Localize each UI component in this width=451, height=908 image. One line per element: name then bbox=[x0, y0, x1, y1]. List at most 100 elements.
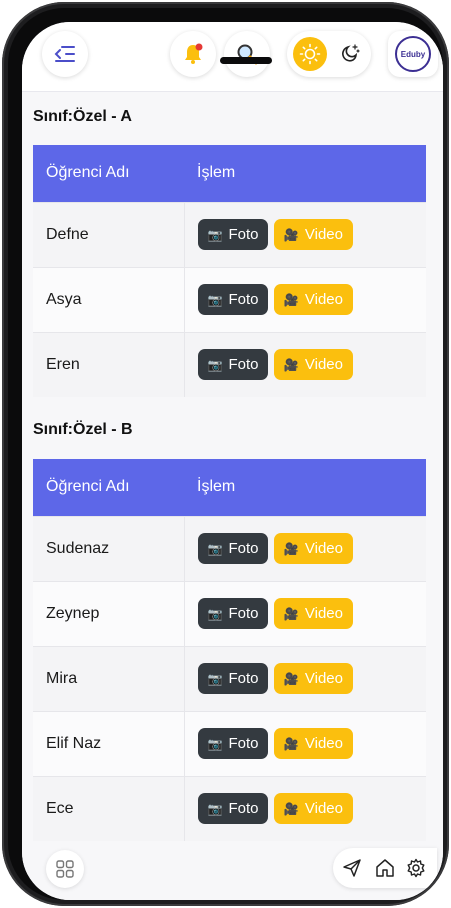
nav-actions bbox=[333, 848, 437, 888]
photo-button-label: Foto bbox=[228, 291, 259, 308]
phone-frame: Eduby Sınıf:Özel - A Öğrenci Adı İşlem D… bbox=[2, 2, 449, 906]
student-table: Öğrenci Adı İşlem Defne 📷 Foto 🎥 Video Asya 📷… bbox=[33, 145, 426, 397]
camera-icon: 📷 bbox=[207, 541, 223, 556]
photo-button[interactable]: 📷 Foto bbox=[197, 728, 269, 759]
settings-button[interactable] bbox=[405, 857, 427, 879]
camera-notch bbox=[220, 57, 272, 64]
menu-collapse-icon bbox=[54, 46, 75, 62]
table-row: Zeynep 📷 Foto 🎥 Video bbox=[33, 580, 426, 646]
video-button[interactable]: 🎥 Video bbox=[273, 284, 353, 315]
photo-button-label: Foto bbox=[228, 540, 259, 557]
photo-button[interactable]: 📷 Foto bbox=[197, 533, 269, 564]
photo-button[interactable]: 📷 Foto bbox=[197, 284, 269, 315]
video-button-label: Video bbox=[304, 670, 343, 687]
bell-icon bbox=[185, 43, 203, 64]
action-cell: 📷 Foto 🎥 Video bbox=[184, 775, 426, 841]
video-camera-icon: 🎥 bbox=[283, 292, 299, 307]
video-button-label: Video bbox=[304, 800, 343, 818]
column-header-action: İşlem bbox=[184, 459, 426, 516]
table-row: Ece 📷 Foto 🎥 Video bbox=[33, 775, 426, 841]
camera-icon: 📷 bbox=[207, 357, 223, 372]
photo-button[interactable]: 📷 Foto bbox=[197, 598, 269, 629]
camera-icon: 📷 bbox=[207, 227, 223, 242]
student-name: Zeynep bbox=[33, 580, 185, 646]
action-cell: 📷 Foto 🎥 Video bbox=[184, 645, 426, 711]
video-button[interactable]: 🎥 Video bbox=[273, 598, 353, 629]
column-header-student-name: Öğrenci Adı bbox=[33, 145, 184, 202]
moon-icon bbox=[342, 44, 360, 62]
section-title: Sınıf:Özel - A bbox=[33, 108, 132, 125]
student-name: Ece bbox=[33, 775, 185, 841]
action-cell: 📷 Foto 🎥 Video bbox=[184, 201, 426, 267]
video-button-label: Video bbox=[304, 226, 343, 243]
photo-button-label: Foto bbox=[228, 226, 259, 243]
table-row: Eren 📷 Foto 🎥 Video bbox=[33, 331, 426, 397]
apps-menu-button[interactable] bbox=[46, 850, 84, 888]
apps-grid-icon bbox=[56, 860, 74, 878]
column-header-action: İşlem bbox=[184, 145, 426, 202]
video-button-label: Video bbox=[304, 540, 343, 557]
photo-button-label: Foto bbox=[228, 356, 259, 374]
send-button[interactable] bbox=[341, 857, 363, 879]
video-button[interactable]: 🎥 Video bbox=[273, 533, 353, 564]
video-button-label: Video bbox=[304, 735, 343, 752]
student-name: Asya bbox=[33, 266, 185, 332]
notifications-button[interactable] bbox=[170, 31, 216, 77]
video-button[interactable]: 🎥 Video bbox=[273, 728, 353, 759]
action-cell: 📷 Foto 🎥 Video bbox=[184, 266, 426, 332]
student-name: Eren bbox=[33, 331, 185, 397]
student-name: Defne bbox=[33, 201, 185, 267]
section-title: Sınıf:Özel - B bbox=[33, 421, 133, 438]
camera-icon: 📷 bbox=[207, 736, 223, 751]
search-button[interactable] bbox=[224, 31, 270, 77]
student-table: Öğrenci Adı İşlem Sudenaz 📷 Foto 🎥 Video Zey… bbox=[33, 459, 426, 841]
action-cell: 📷 Foto 🎥 Video bbox=[184, 710, 426, 776]
gear-icon bbox=[407, 858, 425, 878]
bottom-navigation bbox=[22, 846, 443, 900]
video-camera-icon: 🎥 bbox=[283, 606, 299, 621]
video-camera-icon: 🎥 bbox=[283, 357, 299, 372]
profile-logo-button[interactable]: Eduby bbox=[388, 31, 438, 77]
video-button[interactable]: 🎥 Video bbox=[273, 663, 353, 694]
video-camera-icon: 🎥 bbox=[283, 671, 299, 686]
theme-toggle bbox=[287, 31, 371, 77]
dark-mode-button[interactable] bbox=[333, 37, 367, 71]
video-camera-icon: 🎥 bbox=[283, 801, 299, 816]
video-button-label: Video bbox=[304, 291, 343, 308]
action-cell: 📷 Foto 🎥 Video bbox=[184, 515, 426, 581]
photo-button-label: Foto bbox=[228, 605, 259, 622]
video-camera-icon: 🎥 bbox=[283, 541, 299, 556]
video-button-label: Video bbox=[304, 605, 343, 622]
action-cell: 📷 Foto 🎥 Video bbox=[184, 580, 426, 646]
photo-button[interactable]: 📷 Foto bbox=[197, 663, 269, 694]
table-row: Elif Naz 📷 Foto 🎥 Video bbox=[33, 710, 426, 776]
table-row: Defne 📷 Foto 🎥 Video bbox=[33, 201, 426, 267]
phone-bezel: Eduby Sınıf:Özel - A Öğrenci Adı İşlem D… bbox=[8, 8, 443, 900]
photo-button[interactable]: 📷 Foto bbox=[197, 349, 269, 381]
photo-button-label: Foto bbox=[228, 735, 259, 752]
video-button[interactable]: 🎥 Video bbox=[273, 793, 353, 825]
camera-icon: 📷 bbox=[207, 606, 223, 621]
photo-button-label: Foto bbox=[228, 670, 259, 687]
video-button-label: Video bbox=[304, 356, 343, 374]
photo-button[interactable]: 📷 Foto bbox=[197, 219, 269, 250]
menu-button[interactable] bbox=[42, 31, 88, 77]
video-camera-icon: 🎥 bbox=[283, 736, 299, 751]
column-header-student-name: Öğrenci Adı bbox=[33, 459, 184, 516]
home-button[interactable] bbox=[374, 857, 396, 879]
table-row: Sudenaz 📷 Foto 🎥 Video bbox=[33, 515, 426, 581]
action-cell: 📷 Foto 🎥 Video bbox=[184, 331, 426, 397]
eduby-logo: Eduby bbox=[395, 36, 431, 72]
light-mode-button[interactable] bbox=[293, 37, 327, 71]
app-screen: Eduby Sınıf:Özel - A Öğrenci Adı İşlem D… bbox=[22, 22, 443, 900]
camera-icon: 📷 bbox=[207, 671, 223, 686]
table-header-row: Öğrenci Adı İşlem bbox=[33, 459, 426, 516]
video-button[interactable]: 🎥 Video bbox=[273, 219, 353, 250]
student-name: Mira bbox=[33, 645, 185, 711]
logo-text: Eduby bbox=[400, 49, 426, 59]
video-button[interactable]: 🎥 Video bbox=[273, 349, 353, 381]
home-icon bbox=[376, 859, 394, 877]
video-camera-icon: 🎥 bbox=[283, 227, 299, 242]
photo-button[interactable]: 📷 Foto bbox=[197, 793, 269, 825]
table-header-row: Öğrenci Adı İşlem bbox=[33, 145, 426, 202]
